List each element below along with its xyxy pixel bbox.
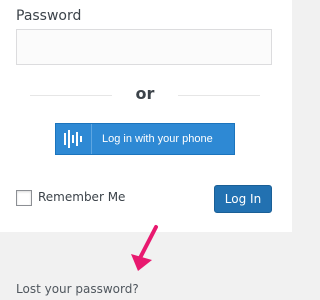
pink-arrow-icon — [131, 225, 158, 271]
password-label: Password — [16, 8, 82, 24]
login-button[interactable]: Log In — [214, 185, 272, 213]
login-with-phone-label: Log in with your phone — [102, 133, 213, 145]
phone-bars-icon — [56, 124, 92, 154]
password-input[interactable] — [16, 29, 272, 65]
divider-line-right — [178, 95, 260, 96]
remember-me[interactable]: Remember Me — [16, 190, 156, 206]
remember-me-label[interactable]: Remember Me — [38, 190, 125, 204]
remember-me-checkbox[interactable] — [16, 190, 32, 206]
divider-line-left — [30, 95, 112, 96]
or-divider-text: or — [135, 84, 155, 103]
lost-password-link[interactable]: Lost your password? — [16, 282, 139, 296]
login-with-phone-button[interactable]: Log in with your phone — [55, 123, 235, 155]
login-form: Password or Log in with your phone Remem… — [0, 0, 292, 232]
